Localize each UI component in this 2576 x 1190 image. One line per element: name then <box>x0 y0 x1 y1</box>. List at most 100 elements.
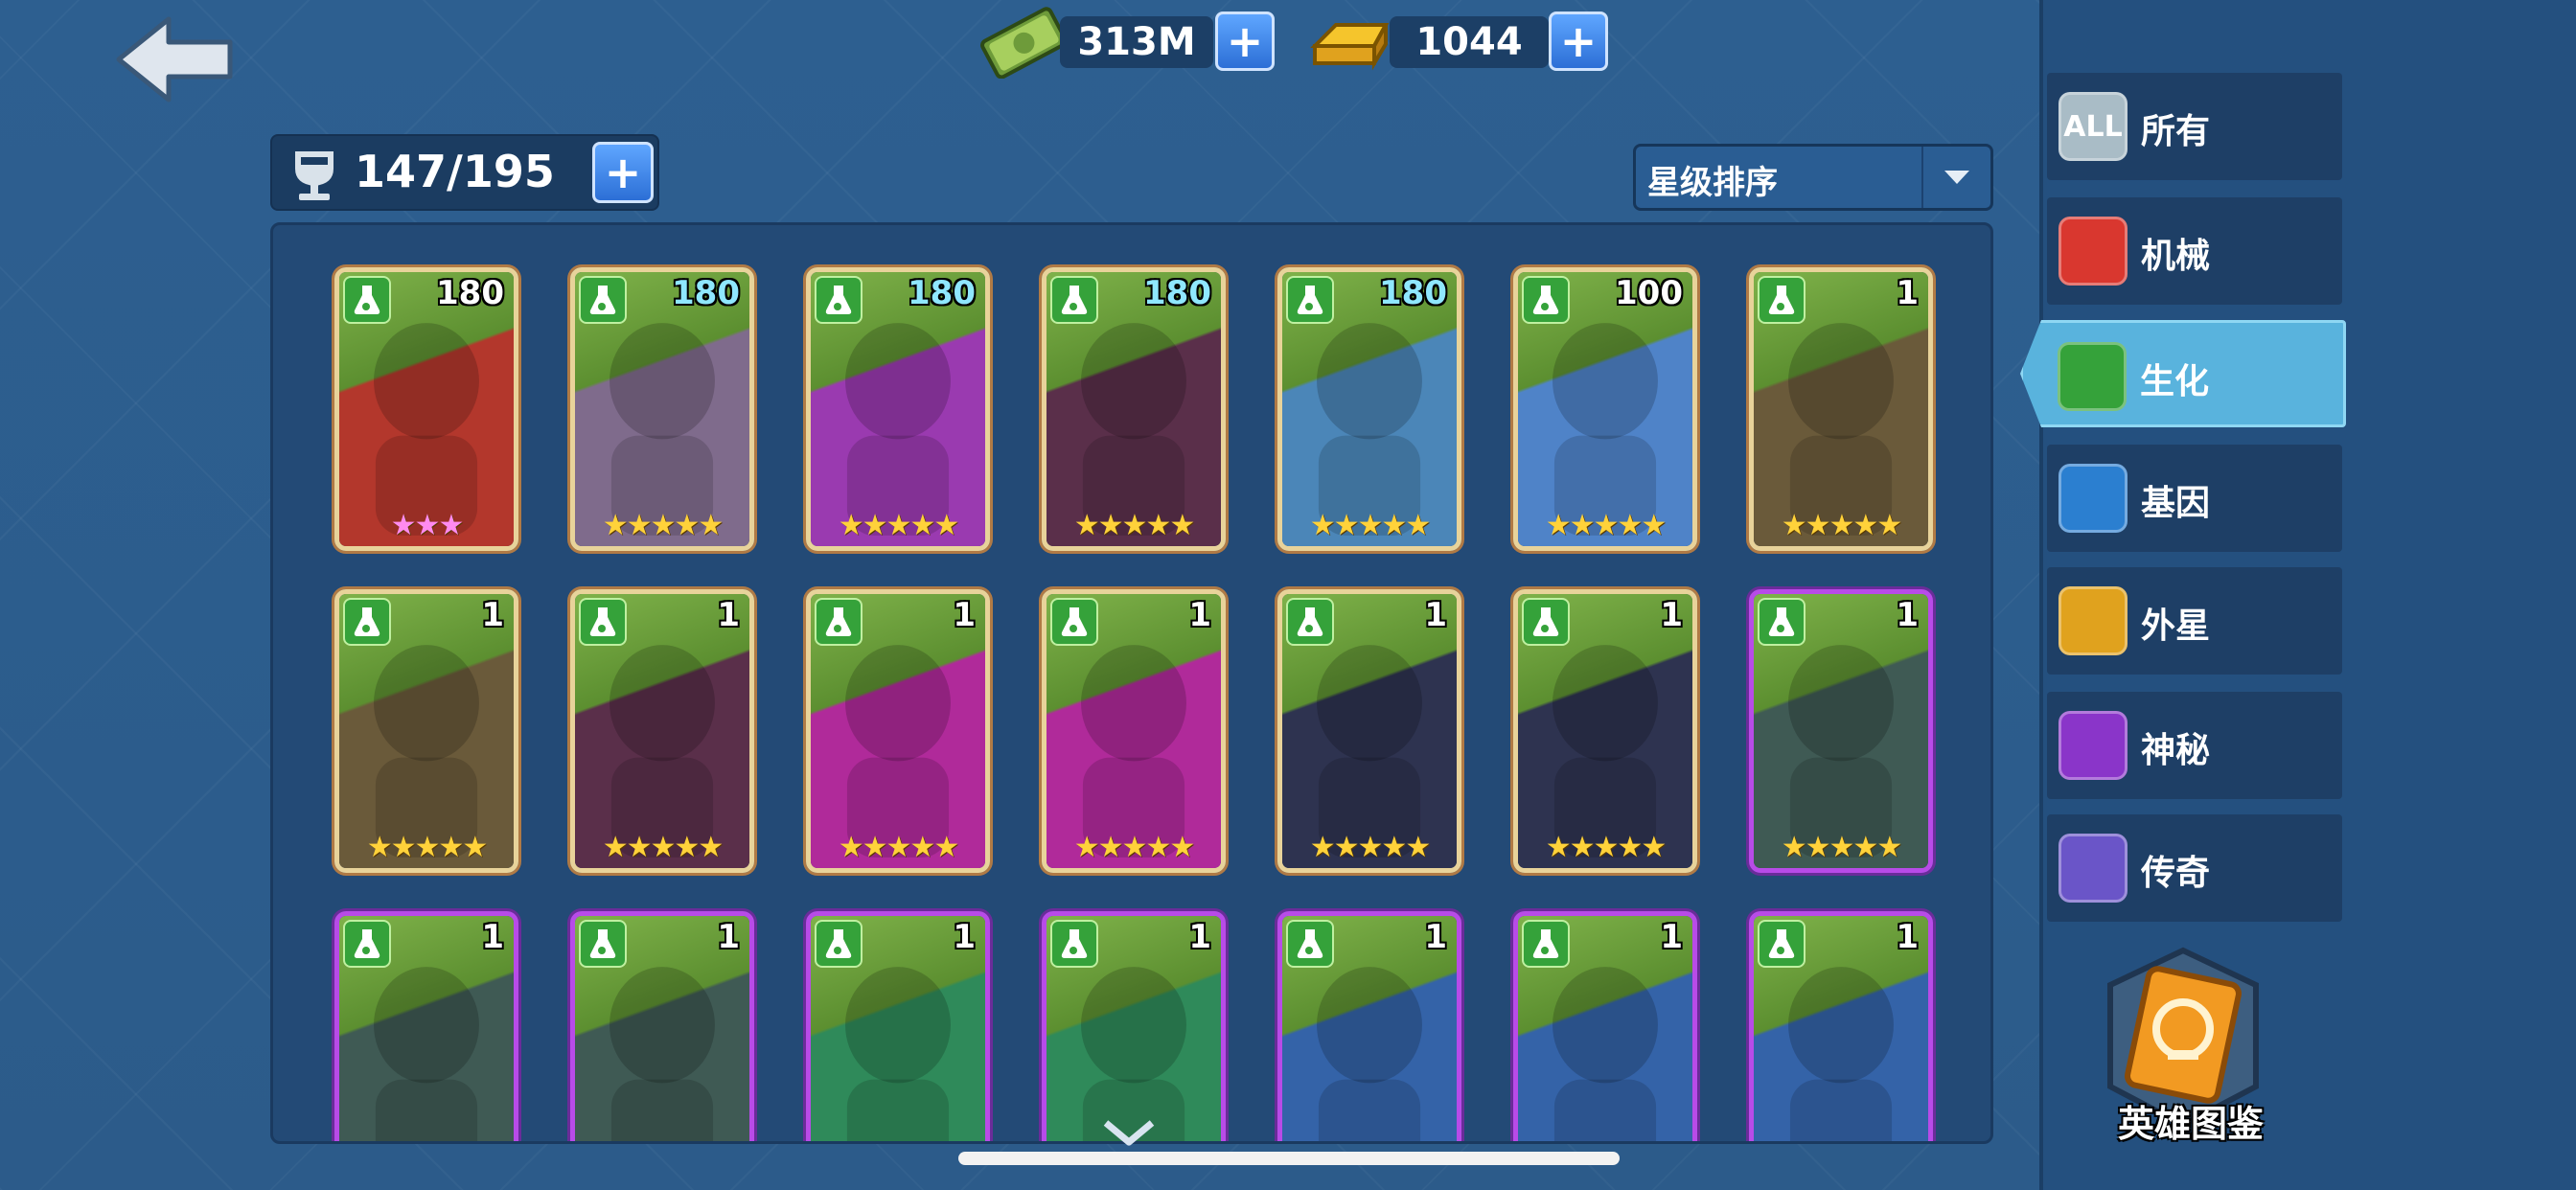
hero-level: 1 <box>481 918 504 956</box>
hero-card[interactable]: 1 <box>1749 911 1933 1141</box>
hero-card[interactable]: 1 ★★★★★ <box>1749 267 1933 551</box>
hero-card[interactable]: 1 <box>570 911 754 1141</box>
biochem-flask-icon <box>815 276 862 324</box>
gold-bar-icon <box>1307 8 1393 75</box>
hero-stars: ★★★★★ <box>1073 509 1195 542</box>
category-tab-biochem-flask[interactable]: 生化 <box>2020 320 2346 427</box>
biochem-flask-icon <box>1050 598 1098 646</box>
hero-level: 180 <box>908 274 976 312</box>
hero-card[interactable]: 1 ★★★★★ <box>1749 589 1933 873</box>
hero-level: 1 <box>717 596 740 634</box>
legend-icon <box>2058 834 2128 903</box>
home-indicator[interactable] <box>958 1152 1620 1165</box>
hero-level: 1 <box>1660 596 1683 634</box>
hero-card[interactable]: 1 ★★★★★ <box>570 589 754 873</box>
hero-card[interactable]: 1 <box>1513 911 1697 1141</box>
expand-capacity-button[interactable]: + <box>592 142 654 203</box>
hero-card[interactable]: 180 ★★★★★ <box>570 267 754 551</box>
category-tab-legend[interactable]: 传奇 <box>2047 814 2342 922</box>
category-label: 神秘 <box>2141 731 2211 770</box>
hero-level: 1 <box>717 918 740 956</box>
hero-card[interactable]: 180 ★★★★★ <box>806 267 990 551</box>
alien-icon <box>2058 586 2128 655</box>
biochem-flask-icon <box>1050 276 1098 324</box>
hero-level: 1 <box>1896 274 1919 312</box>
hero-level: 1 <box>953 596 976 634</box>
category-label: 基因 <box>2141 484 2211 523</box>
sort-dropdown[interactable]: 星级排序 <box>1633 144 1993 211</box>
hero-card[interactable]: 1 <box>334 911 518 1141</box>
biochem-flask-icon <box>1050 920 1098 968</box>
biochem-flask-icon <box>1286 276 1334 324</box>
hero-level: 1 <box>1896 918 1919 956</box>
hero-card[interactable]: 1 ★★★★★ <box>334 589 518 873</box>
biochem-flask-icon <box>1286 920 1334 968</box>
category-label: 机械 <box>2141 237 2211 276</box>
biochem-flask-icon <box>343 276 391 324</box>
hero-stars: ★★★★★ <box>1309 831 1431 864</box>
hero-card[interactable]: 180 ★★★★★ <box>1277 267 1461 551</box>
hero-stars: ★★★ <box>390 509 465 542</box>
hero-level: 1 <box>1188 596 1211 634</box>
hero-codex-label: 英雄图鉴 <box>2117 1103 2264 1145</box>
sort-label: 星级排序 <box>1647 164 1778 202</box>
category-tab-mystery[interactable]: 神秘 <box>2047 692 2342 799</box>
biochem-flask-icon <box>1522 598 1570 646</box>
hero-stars: ★★★★★ <box>1781 509 1902 542</box>
mystery-icon <box>2058 711 2128 780</box>
mechanical-icon <box>2058 217 2128 286</box>
hero-level: 1 <box>953 918 976 956</box>
cash-icon <box>976 4 1071 80</box>
biochem-flask-icon <box>579 276 627 324</box>
category-tab-gene-dna[interactable]: 基因 <box>2047 445 2342 552</box>
hero-grid: 180 ★★★ 180 ★★★★★ 180 ★★★★★ 180 ★★★★★ 180 ★★★★★ 10… <box>270 222 1993 1144</box>
hero-stars: ★★★★★ <box>602 831 724 864</box>
hero-card[interactable]: 1 ★★★★★ <box>1513 589 1697 873</box>
hero-card[interactable]: 100 ★★★★★ <box>1513 267 1697 551</box>
all-icon: ALL <box>2058 92 2128 161</box>
hero-card[interactable]: 180 ★★★ <box>334 267 518 551</box>
hero-card[interactable]: 1 ★★★★★ <box>1277 589 1461 873</box>
trophy-cup-icon <box>295 151 334 200</box>
category-tab-alien[interactable]: 外星 <box>2047 567 2342 675</box>
hero-level: 1 <box>481 596 504 634</box>
hero-card[interactable]: 1 <box>1042 911 1226 1141</box>
category-label: 所有 <box>2141 112 2211 151</box>
category-tab-mechanical[interactable]: 机械 <box>2047 197 2342 305</box>
hero-stars: ★★★★★ <box>1545 509 1667 542</box>
biochem-flask-icon <box>343 598 391 646</box>
add-gold-button[interactable]: + <box>1549 11 1608 71</box>
hero-stars: ★★★★★ <box>838 831 959 864</box>
biochem-flask-icon <box>2058 342 2127 411</box>
back-arrow-icon <box>116 16 233 103</box>
back-button[interactable] <box>113 13 238 105</box>
biochem-flask-icon <box>1758 598 1806 646</box>
biochem-flask-icon <box>815 598 862 646</box>
biochem-flask-icon <box>1522 276 1570 324</box>
hero-level: 1 <box>1896 596 1919 634</box>
hero-stars: ★★★★★ <box>838 509 959 542</box>
hero-card[interactable]: 1 ★★★★★ <box>1042 589 1226 873</box>
scroll-down-indicator <box>1102 1119 1156 1152</box>
gold-amount: 1044 <box>1390 16 1549 68</box>
biochem-flask-icon <box>815 920 862 968</box>
money-amount: 313M <box>1060 16 1213 68</box>
gene-dna-icon <box>2058 464 2128 533</box>
hero-card[interactable]: 1 <box>1277 911 1461 1141</box>
category-label: 生化 <box>2140 362 2210 401</box>
hero-capacity: 147/195 + <box>270 134 659 211</box>
hero-level: 1 <box>1660 918 1683 956</box>
hero-card[interactable]: 1 ★★★★★ <box>806 589 990 873</box>
category-tab-all[interactable]: ALL 所有 <box>2047 73 2342 180</box>
hero-stars: ★★★★★ <box>1309 509 1431 542</box>
biochem-flask-icon <box>343 920 391 968</box>
hero-card[interactable]: 180 ★★★★★ <box>1042 267 1226 551</box>
hero-card[interactable]: 1 <box>806 911 990 1141</box>
hero-level: 100 <box>1615 274 1683 312</box>
hero-level: 1 <box>1424 596 1447 634</box>
hero-stars: ★★★★★ <box>602 509 724 542</box>
category-label: 外星 <box>2141 606 2211 646</box>
biochem-flask-icon <box>1758 276 1806 324</box>
add-money-button[interactable]: + <box>1215 11 1275 71</box>
hero-stars: ★★★★★ <box>1545 831 1667 864</box>
